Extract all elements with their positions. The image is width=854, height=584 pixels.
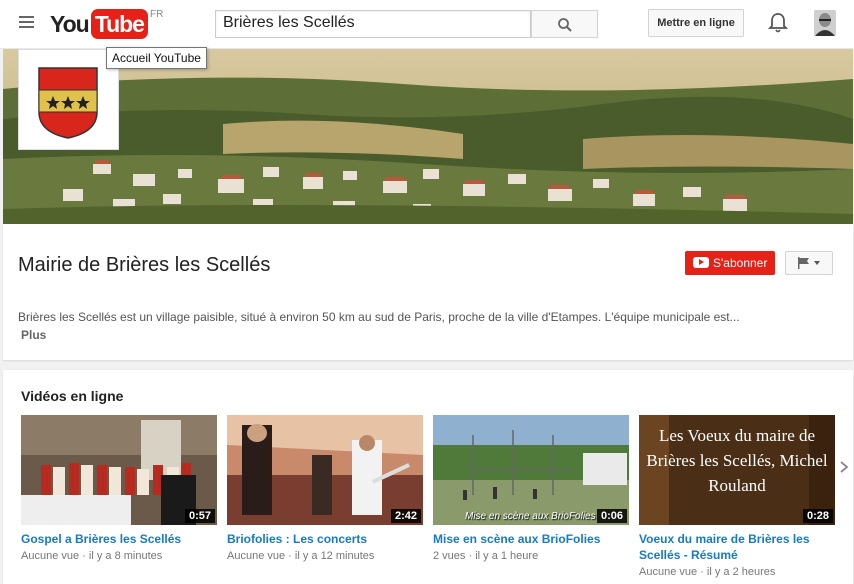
search-icon — [558, 18, 572, 32]
video-thumbnail[interactable]: 0:57 — [21, 415, 217, 525]
upload-button[interactable]: Mettre en ligne — [648, 9, 744, 37]
thumbnail-caption: Mise en scène aux BrioFolies — [465, 511, 596, 522]
flag-icon — [798, 257, 820, 269]
video-age: il y a 1 heure — [475, 550, 539, 562]
masthead: You Tube FR Brières les Scellés Mettre e… — [0, 0, 854, 49]
channel-header: Mairie de Brières les Scellés S'abonner … — [3, 224, 853, 360]
subscribe-label: S'abonner — [713, 256, 768, 270]
video-card[interactable]: Les Voeux du maire de Brières les Scellé… — [639, 415, 835, 578]
video-meta: Aucune vue · il y a 2 heures — [639, 566, 776, 578]
logo-country-code: FR — [149, 9, 164, 20]
channel-title: Mairie de Brières les Scellés — [18, 254, 271, 276]
subscribe-button[interactable]: S'abonner — [685, 251, 775, 275]
video-duration: 2:42 — [390, 509, 421, 523]
video-thumbnail[interactable]: 2:42 — [227, 415, 423, 525]
logo-tube-text: Tube — [90, 9, 148, 39]
channel-description: Brières les Scellés est un village paisi… — [18, 310, 740, 324]
video-age: il y a 2 heures — [706, 566, 776, 578]
video-title[interactable]: Gospel a Brières les Scellés — [21, 531, 217, 547]
video-title[interactable]: Briofolies : Les concerts — [227, 531, 423, 547]
youtube-logo[interactable]: You Tube FR — [50, 9, 163, 39]
thumbnail-overlay-text: Les Voeux du maire de Brières les Scellé… — [646, 426, 828, 495]
video-duration: 0:57 — [184, 509, 215, 523]
video-views: Aucune vue — [227, 550, 286, 562]
video-age: il y a 8 minutes — [88, 550, 163, 562]
video-thumbnail[interactable]: Les Voeux du maire de Brières les Scellé… — [639, 415, 835, 525]
flag-button[interactable] — [785, 251, 833, 275]
video-card[interactable]: Mise en scène aux BrioFolies 0:06 Mise e… — [433, 415, 629, 562]
video-card[interactable]: 0:57 Gospel a Brières les Scellés Aucune… — [21, 415, 217, 562]
video-age: il y a 12 minutes — [294, 550, 375, 562]
search-button[interactable] — [531, 10, 598, 38]
video-duration: 0:06 — [596, 509, 627, 523]
video-views: Aucune vue — [639, 566, 698, 578]
chevron-right-icon[interactable] — [839, 460, 849, 474]
coat-of-arms-icon — [38, 67, 98, 139]
menu-icon[interactable] — [19, 16, 34, 28]
video-meta: Aucune vue · il y a 12 minutes — [227, 550, 375, 562]
play-icon — [693, 257, 709, 268]
video-views: 2 vues — [433, 550, 466, 562]
channel-banner — [3, 49, 853, 224]
uploaded-videos-section: Vidéos en ligne 0:57 Gospel a Brières le… — [3, 370, 853, 584]
section-title[interactable]: Vidéos en ligne — [21, 388, 123, 404]
search-input[interactable]: Brières les Scellés — [215, 10, 531, 38]
video-duration: 0:28 — [802, 509, 833, 523]
channel-avatar[interactable] — [18, 49, 119, 150]
logo-you-text: You — [50, 11, 90, 37]
video-thumbnail[interactable]: Mise en scène aux BrioFolies 0:06 — [433, 415, 629, 525]
tooltip: Accueil YouTube — [106, 47, 207, 69]
video-title[interactable]: Mise en scène aux BrioFolies — [433, 531, 629, 547]
more-link[interactable]: Plus — [21, 328, 46, 342]
video-title[interactable]: Voeux du maire de Brières les Scellés - … — [639, 531, 835, 563]
bell-icon[interactable] — [768, 12, 788, 34]
video-meta: 2 vues · il y a 1 heure — [433, 550, 539, 562]
video-meta: Aucune vue · il y a 8 minutes — [21, 550, 163, 562]
video-card[interactable]: 2:42 Briofolies : Les concerts Aucune vu… — [227, 415, 423, 562]
video-views: Aucune vue — [21, 550, 80, 562]
avatar[interactable] — [814, 10, 836, 36]
